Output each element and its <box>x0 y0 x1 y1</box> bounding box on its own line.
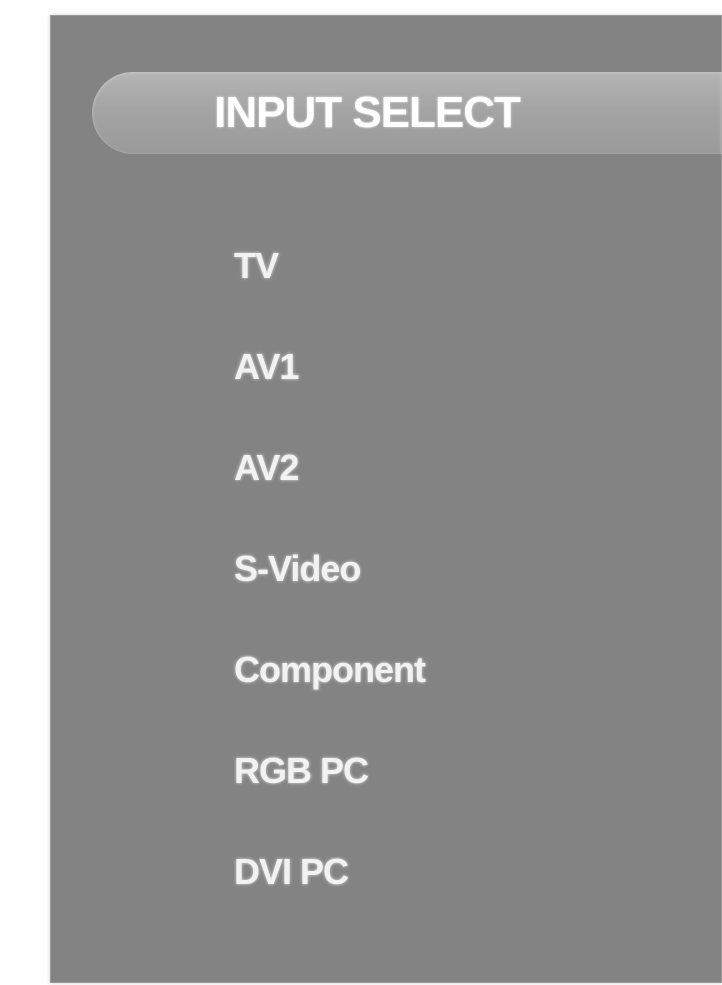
input-option-s-video[interactable]: S-Video <box>234 538 425 639</box>
input-option-tv[interactable]: TV <box>234 235 425 336</box>
input-select-osd-panel: INPUT SELECT TV AV1 AV2 S-Video Componen… <box>50 15 722 983</box>
osd-title: INPUT SELECT <box>214 88 521 137</box>
input-option-dvi-pc[interactable]: DVI PC <box>234 841 425 942</box>
input-option-rgb-pc[interactable]: RGB PC <box>234 740 425 841</box>
input-option-av1[interactable]: AV1 <box>234 336 425 437</box>
input-option-av2[interactable]: AV2 <box>234 437 425 538</box>
input-option-component[interactable]: Component <box>234 639 426 740</box>
input-source-list: TV AV1 AV2 S-Video Component RGB PC DVI … <box>234 235 426 942</box>
osd-title-bar: INPUT SELECT <box>92 72 722 154</box>
